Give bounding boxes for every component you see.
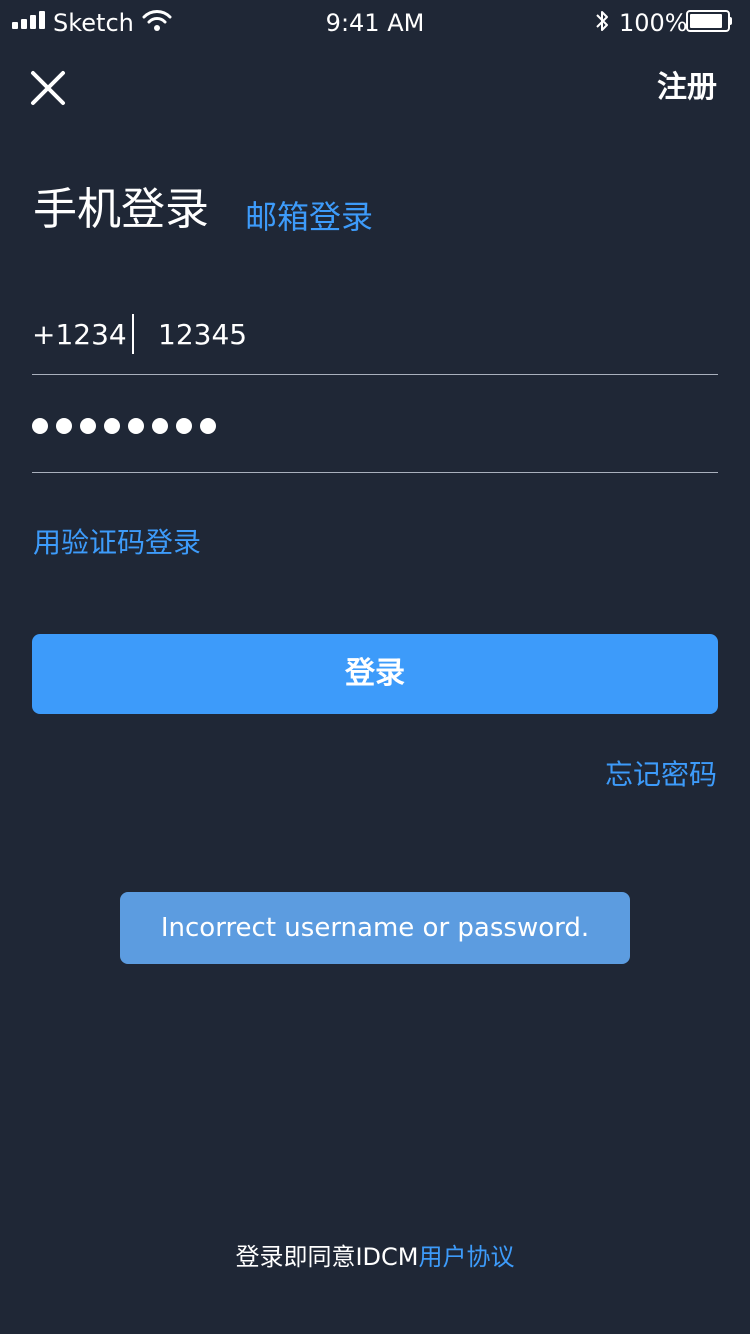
wifi-icon bbox=[142, 10, 172, 31]
battery-percent: 100% bbox=[619, 9, 688, 37]
close-button[interactable] bbox=[28, 68, 68, 108]
password-field[interactable] bbox=[32, 410, 718, 473]
user-agreement-link[interactable]: 用户协议 bbox=[419, 1243, 515, 1271]
phone-input[interactable]: 12345 bbox=[158, 318, 247, 352]
agreement-text: 登录即同意IDCM用户协议 bbox=[0, 1241, 750, 1273]
signal-icon bbox=[12, 11, 48, 29]
country-code-selector[interactable]: +1234 bbox=[32, 318, 127, 352]
sms-code-login-link[interactable]: 用验证码登录 bbox=[33, 526, 201, 560]
field-divider bbox=[132, 314, 134, 354]
login-button[interactable]: 登录 bbox=[32, 634, 718, 714]
bluetooth-icon bbox=[596, 11, 608, 31]
error-toast: Incorrect username or password. bbox=[120, 892, 630, 964]
carrier-name: Sketch bbox=[53, 9, 134, 37]
forgot-password-link[interactable]: 忘记密码 bbox=[605, 758, 717, 792]
battery-fill bbox=[690, 14, 722, 28]
phone-field[interactable]: +1234 12345 bbox=[32, 312, 718, 375]
register-button[interactable]: 注册 bbox=[657, 70, 717, 106]
agreement-prefix: 登录即同意IDCM bbox=[235, 1243, 419, 1271]
email-login-tab[interactable]: 邮箱登录 bbox=[245, 197, 373, 237]
page-title: 手机登录 bbox=[33, 184, 209, 235]
battery-icon bbox=[686, 10, 732, 32]
password-dots bbox=[32, 418, 216, 434]
status-bar: Sketch 9:41 AM 100% bbox=[0, 0, 750, 46]
close-icon bbox=[31, 71, 65, 105]
